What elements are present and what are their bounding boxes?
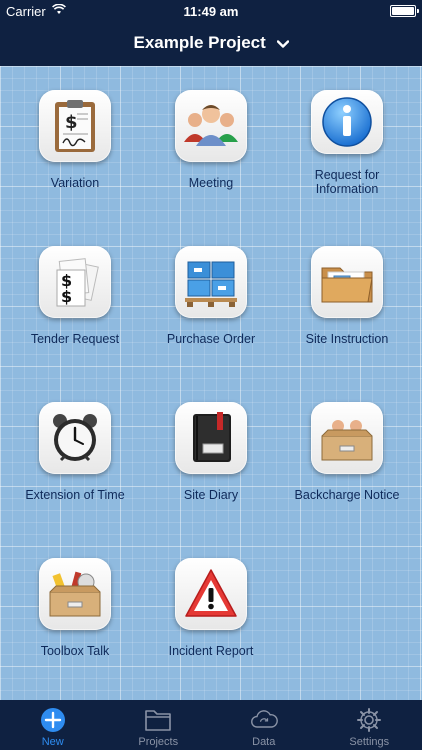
svg-text:$: $ (61, 287, 72, 306)
document-type-grid: $ Variation Meeting Request for Informat… (0, 66, 422, 700)
svg-text:$: $ (65, 112, 78, 133)
tile-label: Toolbox Talk (40, 644, 110, 658)
toolbox-icon (39, 558, 111, 630)
tile-label: Purchase Order (166, 332, 256, 346)
tab-projects[interactable]: Projects (106, 700, 212, 750)
tile-label: Backcharge Notice (294, 488, 400, 502)
tile-label: Site Diary (183, 488, 239, 502)
alarm-clock-icon (39, 402, 111, 474)
battery-icon (390, 5, 419, 17)
project-title: Example Project (133, 33, 266, 52)
tile-variation[interactable]: $ Variation (5, 66, 145, 196)
top-bar: Carrier 11:49 am Example Project (0, 0, 422, 66)
tab-settings[interactable]: Settings (317, 700, 422, 750)
tile-label: Tender Request (30, 332, 120, 346)
tile-label: Extension of Time (25, 488, 125, 502)
tile-site-instruction[interactable]: Site Instruction (277, 222, 417, 352)
tab-label: New (41, 736, 64, 748)
tile-label: Meeting (188, 176, 234, 190)
tab-new[interactable]: New (0, 700, 106, 750)
tile-label: Site Instruction (305, 332, 389, 346)
tile-incident-report[interactable]: Incident Report (141, 534, 281, 664)
tab-label: Data (252, 736, 276, 748)
project-selector[interactable]: Example Project (0, 33, 422, 54)
tile-purchase-order[interactable]: Purchase Order (141, 222, 281, 352)
folder-outline-icon (144, 706, 172, 734)
plus-circle-icon (39, 706, 67, 734)
tab-label: Settings (349, 736, 390, 748)
people-icon (175, 90, 247, 162)
tab-bar: New Projects Data Settings (0, 700, 422, 750)
tile-tender-request[interactable]: $ $ Tender Request (5, 222, 145, 352)
tile-meeting[interactable]: Meeting (141, 66, 281, 196)
status-bar: Carrier 11:49 am (0, 0, 422, 22)
gear-icon (355, 706, 383, 734)
tile-label: Incident Report (168, 644, 254, 658)
pallet-boxes-icon (175, 246, 247, 318)
info-icon (311, 90, 383, 154)
tile-extension-of-time[interactable]: Extension of Time (5, 378, 145, 508)
tile-label: Variation (50, 176, 100, 190)
drawer-people-icon (311, 402, 383, 474)
diary-book-icon (175, 402, 247, 474)
clock: 11:49 am (183, 4, 239, 19)
tile-backcharge-notice[interactable]: Backcharge Notice (277, 378, 417, 508)
tab-data[interactable]: Data (211, 700, 317, 750)
dollar-docs-icon: $ $ (39, 246, 111, 318)
chevron-down-icon (276, 34, 289, 54)
folder-icon (311, 246, 383, 318)
tab-label: Projects (138, 736, 179, 748)
tile-request-for-information[interactable]: Request for Information (277, 66, 417, 196)
tile-site-diary[interactable]: Site Diary (141, 378, 281, 508)
clipboard-icon: $ (39, 90, 111, 162)
cloud-sync-icon (250, 706, 278, 734)
tile-label: Request for Information (314, 168, 380, 196)
warning-icon (175, 558, 247, 630)
tile-toolbox-talk[interactable]: Toolbox Talk (5, 534, 145, 664)
